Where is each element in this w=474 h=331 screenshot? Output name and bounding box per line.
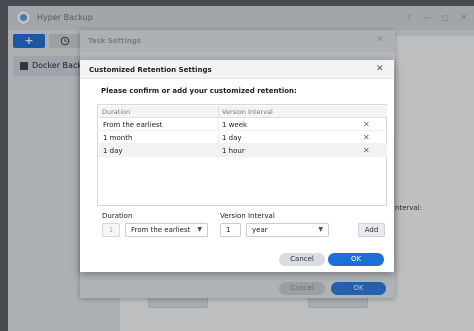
version-interval-label: Version Interval bbox=[220, 212, 275, 220]
column-divider bbox=[218, 131, 219, 144]
retention-heading: Please confirm or add your customized re… bbox=[101, 87, 297, 95]
column-header-duration[interactable]: Duration bbox=[102, 108, 130, 116]
retention-table: Duration Version Interval From the earli… bbox=[97, 104, 387, 206]
cancel-button[interactable]: Cancel bbox=[279, 253, 325, 266]
delete-row-icon[interactable]: ✕ bbox=[363, 120, 370, 129]
table-header: Duration Version Interval bbox=[99, 106, 387, 118]
interval-number-field[interactable]: 1 bbox=[220, 223, 241, 237]
retention-dialog: Customized Retention Settings ✕ Please c… bbox=[80, 60, 394, 272]
column-divider bbox=[218, 118, 219, 131]
add-button[interactable]: Add bbox=[358, 223, 385, 237]
row-duration: From the earliest bbox=[103, 121, 163, 129]
interval-unit-select[interactable]: year ▼ bbox=[246, 223, 329, 237]
ok-button[interactable]: OK bbox=[328, 253, 384, 266]
column-divider bbox=[218, 144, 219, 157]
chevron-down-icon: ▼ bbox=[197, 226, 202, 233]
delete-row-icon[interactable]: ✕ bbox=[363, 133, 370, 142]
delete-row-icon[interactable]: ✕ bbox=[363, 146, 370, 155]
row-duration: 1 day bbox=[103, 147, 123, 155]
row-interval: 1 week bbox=[222, 121, 248, 129]
table-row[interactable]: 1 month 1 day ✕ bbox=[99, 131, 387, 144]
retention-close-icon[interactable]: ✕ bbox=[376, 64, 384, 74]
row-duration: 1 month bbox=[103, 134, 133, 142]
column-header-version-interval[interactable]: Version Interval bbox=[222, 108, 273, 116]
duration-select[interactable]: From the earliest ▼ bbox=[125, 223, 208, 237]
retention-dialog-header: Customized Retention Settings ✕ bbox=[80, 60, 394, 79]
duration-label: Duration bbox=[102, 212, 133, 220]
table-row[interactable]: From the earliest 1 week ✕ bbox=[99, 118, 387, 131]
row-interval: 1 day bbox=[222, 134, 242, 142]
chevron-down-icon: ▼ bbox=[318, 226, 323, 233]
row-interval: 1 hour bbox=[222, 147, 245, 155]
retention-dialog-title: Customized Retention Settings bbox=[89, 66, 212, 74]
duration-select-value: From the earliest bbox=[131, 226, 191, 234]
column-divider bbox=[218, 106, 219, 118]
retention-table-area: Duration Version Interval From the earli… bbox=[97, 104, 387, 267]
interval-unit-value: year bbox=[252, 226, 268, 234]
table-row[interactable]: 1 day 1 hour ✕ bbox=[99, 144, 387, 157]
duration-number-field[interactable]: 1 bbox=[102, 223, 120, 237]
